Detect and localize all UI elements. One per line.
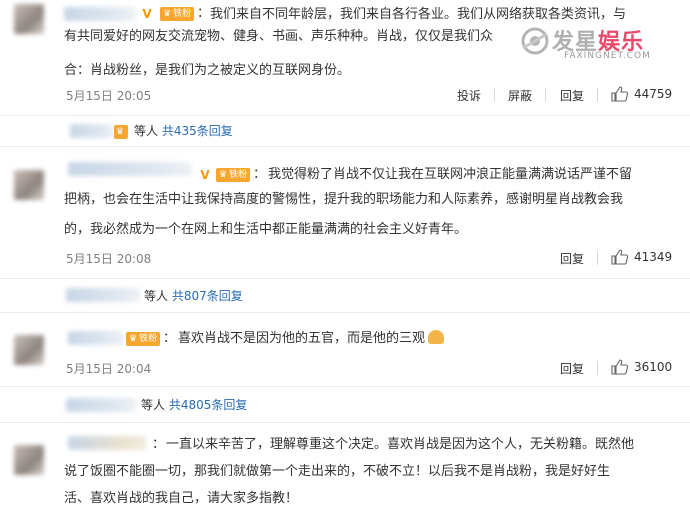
comment-text-line: 把柄，也会在生活中让我保持高度的警惕性，提升我的职场能力和人际素养，感谢明星肖战…	[64, 192, 624, 207]
avatar[interactable]	[14, 4, 44, 34]
reply-who: 等人	[144, 289, 169, 303]
colon: ：	[253, 167, 267, 182]
divider	[0, 278, 690, 279]
reply-who: 等人	[141, 398, 166, 412]
avatar[interactable]	[14, 170, 44, 200]
fan-badge: ♛ 铁粉	[160, 7, 195, 21]
username[interactable]	[64, 7, 136, 21]
comment-time: 5月15日 20:05	[66, 89, 152, 103]
reply-button[interactable]: 回复	[560, 250, 584, 267]
crown-icon: ♛	[219, 170, 228, 180]
reply-button[interactable]: 回复	[560, 360, 584, 377]
divider	[597, 88, 598, 102]
comment-text-line: 合：肖战粉丝，是我们为之被定义的互联网身份。	[64, 63, 351, 78]
like-count: 36100	[634, 360, 673, 374]
thumbs-up-icon[interactable]	[611, 86, 629, 102]
divider	[0, 422, 690, 423]
watermark-site: FAXINGNET.COM	[564, 51, 651, 61]
comment-text-line: 有共同爱好的网友交流宠物、健身、书画、声乐种种。肖战，仅仅是我们众	[64, 29, 494, 44]
divider	[597, 361, 598, 375]
reply-button[interactable]: 回复	[560, 87, 584, 104]
reply-who: 等人	[134, 124, 159, 138]
colon: ：	[152, 437, 166, 452]
divider	[545, 88, 546, 102]
fan-badge: ♛ 铁粉	[126, 332, 161, 346]
like-count: 44759	[634, 87, 673, 101]
username[interactable]	[68, 436, 146, 450]
divider	[0, 386, 690, 387]
reply-count-link[interactable]: 共4805条回复	[169, 398, 248, 412]
comment-text-line: 说了饭圈不能圈一切，那我们就做第一个走出来的，不破不立！以后我不是肖战粉，我是好…	[64, 464, 611, 479]
fan-badge: ♛ 铁粉	[216, 168, 251, 182]
comment-time: 5月15日 20:04	[66, 362, 152, 376]
thumbs-up-icon[interactable]	[611, 359, 629, 375]
reply-count-link[interactable]: 共807条回复	[172, 289, 243, 303]
reply-avatars	[66, 398, 136, 412]
avatar[interactable]	[14, 445, 44, 475]
reply-summary[interactable]: 等人 共4805条回复	[141, 394, 247, 416]
divider	[597, 251, 598, 265]
verified-v-icon: V	[200, 168, 210, 182]
watermark-logo-icon	[521, 27, 549, 55]
reply-summary[interactable]: 等人 共807条回复	[144, 285, 243, 307]
verified-v-icon: V	[142, 7, 152, 21]
divider	[0, 115, 690, 116]
crown-icon: ♛	[116, 127, 125, 137]
watermark: 发星娱乐 FAXINGNET.COM	[520, 22, 685, 68]
comment-text-line: 喜欢肖战不是因为他的五官，而是他的三观	[178, 328, 445, 350]
comment-text-line: 的，我必然成为一个在网上和生活中都正能量满满的社会主义好青年。	[64, 222, 468, 237]
reply-avatars	[66, 288, 140, 302]
crown-icon: ♛	[129, 334, 138, 344]
divider	[494, 88, 495, 102]
crown-icon: ♛	[163, 9, 172, 19]
thumbs-up-icon[interactable]	[611, 249, 629, 265]
colon: ：	[197, 6, 211, 21]
block-button[interactable]: 屏蔽	[508, 87, 532, 104]
praying-hands-emoji-icon	[428, 330, 445, 344]
avatar[interactable]	[14, 335, 44, 365]
colon: ：	[163, 331, 177, 346]
divider	[0, 312, 690, 313]
comment-text-line: 我觉得粉了肖战不仅让我在互联网冲浪正能量满满说话严谨不留	[268, 167, 633, 182]
comment-time: 5月15日 20:08	[66, 252, 152, 266]
report-button[interactable]: 投诉	[457, 87, 481, 104]
reply-avatars	[70, 124, 114, 138]
username[interactable]	[68, 162, 192, 176]
username[interactable]	[68, 331, 124, 345]
reply-summary[interactable]: 等人 共435条回复	[134, 120, 233, 142]
fan-badge: ♛	[114, 125, 129, 139]
reply-count-link[interactable]: 共435条回复	[162, 124, 233, 138]
comment-text-line: 一直以来辛苦了，理解尊重这个决定。喜欢肖战是因为这个人，无关粉籍。既然他	[166, 437, 635, 452]
comment-text-line: 活、喜欢肖战的我自己，请大家多指教！	[64, 491, 299, 506]
comment-text: 喜欢肖战不是因为他的五官，而是他的三观	[178, 331, 426, 346]
like-count: 41349	[634, 250, 673, 264]
divider	[0, 146, 690, 147]
